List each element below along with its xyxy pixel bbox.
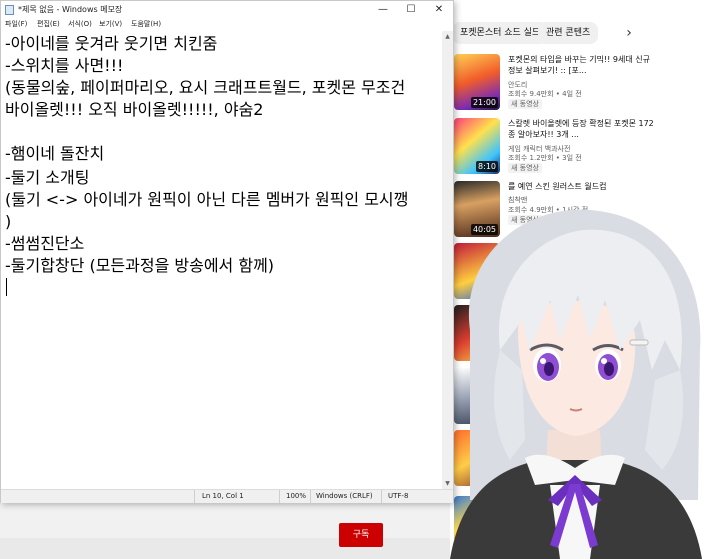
text-line: -둘기합창단 (모든과정을 방송에서 함께)	[5, 256, 275, 275]
text-line: -아이네를 웃겨라 웃기면 치킨줌	[5, 34, 218, 53]
menu-file[interactable]: 파일(F)	[5, 19, 27, 29]
status-divider	[310, 490, 311, 503]
menu-view[interactable]: 보기(V)	[99, 19, 122, 29]
video-thumbnail[interactable]: 8:10	[454, 118, 500, 174]
chip-related-content[interactable]: 관련 콘텐츠	[538, 22, 599, 44]
text-line: -스위치를 사면!!!	[5, 56, 124, 75]
menu-format[interactable]: 서식(O)	[68, 19, 92, 29]
title-bar[interactable]: *제목 없음 - Windows 메모장 — ☐ ✕	[1, 1, 453, 18]
video-meta: 조회수 9.4만회 • 4일 전	[508, 90, 582, 98]
new-video-badge: 새 동영상	[508, 163, 542, 173]
menu-help[interactable]: 도움말(H)	[131, 19, 161, 29]
video-duration: 21:00	[470, 97, 498, 108]
avatar-left-pupil	[544, 362, 554, 376]
scroll-up-icon[interactable]: ▲	[442, 31, 453, 42]
line-ending: Windows (CRLF)	[316, 492, 373, 500]
recommended-video[interactable]: 21:00 포켓몬의 타입을 바꾸는 기믹!! 9세대 신규 정보 살펴보기! …	[454, 54, 709, 114]
text-line: -썸썸진단소	[5, 234, 85, 253]
chip-next-arrow-icon[interactable]: ›	[620, 24, 638, 42]
minimize-icon[interactable]: —	[369, 1, 397, 18]
window-title: *제목 없음 - Windows 메모장	[18, 5, 123, 14]
avatar-eye-highlight	[601, 358, 607, 364]
notepad-icon	[5, 5, 14, 15]
maximize-icon[interactable]: ☐	[397, 1, 425, 18]
vtuber-avatar	[450, 209, 702, 559]
avatar-eye-highlight	[540, 358, 546, 364]
text-line: (둘기 <-> 아이네가 원픽이 아닌 다른 멤버가 원픽인 모시깽	[5, 190, 409, 209]
chip-bar: 포켓몬스터 쇼드 실드 관련 콘텐츠 ›	[450, 22, 709, 46]
status-divider	[381, 490, 382, 503]
menu-edit[interactable]: 편집(E)	[37, 19, 60, 29]
close-icon[interactable]: ✕	[425, 1, 453, 18]
status-bar: Ln 10, Col 1 100% Windows (CRLF) UTF-8	[1, 489, 453, 503]
text-editor[interactable]: -아이네를 웃겨라 웃기면 치킨줌 -스위치를 사면!!! (동물의숲, 페이퍼…	[1, 31, 442, 489]
video-thumbnail[interactable]: 21:00	[454, 54, 500, 110]
zoom-level: 100%	[286, 492, 307, 500]
recommended-video[interactable]: 8:10 스칼렛 바이올렛에 등장 확정된 포켓몬 172종 알아보자!! 3개…	[454, 118, 709, 178]
cursor-position: Ln 10, Col 1	[202, 492, 244, 500]
text-caret	[6, 278, 7, 296]
video-title[interactable]: 를 예연 스킨 원러스트 월드컵	[508, 181, 658, 192]
avatar-hair-clip	[629, 339, 649, 346]
chip-pokemon-sword-shield[interactable]: 포켓몬스터 쇼드 실드	[452, 22, 549, 44]
new-video-badge: 새 동영상	[508, 99, 542, 109]
text-line: -둘기 소개팅	[5, 168, 90, 187]
subscribe-button[interactable]: 구독	[339, 523, 383, 547]
video-title[interactable]: 스칼렛 바이올렛에 등장 확정된 포켓몬 172종 알아보자!! 3개 ...	[508, 118, 658, 140]
notepad-window: *제목 없음 - Windows 메모장 — ☐ ✕ 파일(F) 편집(E) 서…	[0, 0, 454, 503]
status-divider	[279, 490, 280, 503]
status-divider	[194, 490, 195, 503]
video-meta: 조회수 1.2만회 • 3일 전	[508, 154, 582, 162]
text-line: 바이올렛!!! 오직 바이올렛!!!!!, 야숨2	[5, 100, 264, 119]
avatar-right-pupil	[604, 362, 614, 376]
text-line: -햄이네 돌잔치	[5, 144, 105, 163]
encoding: UTF-8	[388, 492, 409, 500]
text-line: )	[5, 212, 12, 231]
video-title[interactable]: 포켓몬의 타입을 바꾸는 기믹!! 9세대 신규 정보 살펴보기! :: [포.…	[508, 54, 658, 76]
menu-bar: 파일(F) 편집(E) 서식(O) 보기(V) 도움말(H)	[1, 18, 453, 31]
text-line: (동물의숲, 페이퍼마리오, 요시 크래프트월드, 포켓몬 무조건	[5, 78, 406, 97]
video-duration: 8:10	[476, 161, 498, 172]
